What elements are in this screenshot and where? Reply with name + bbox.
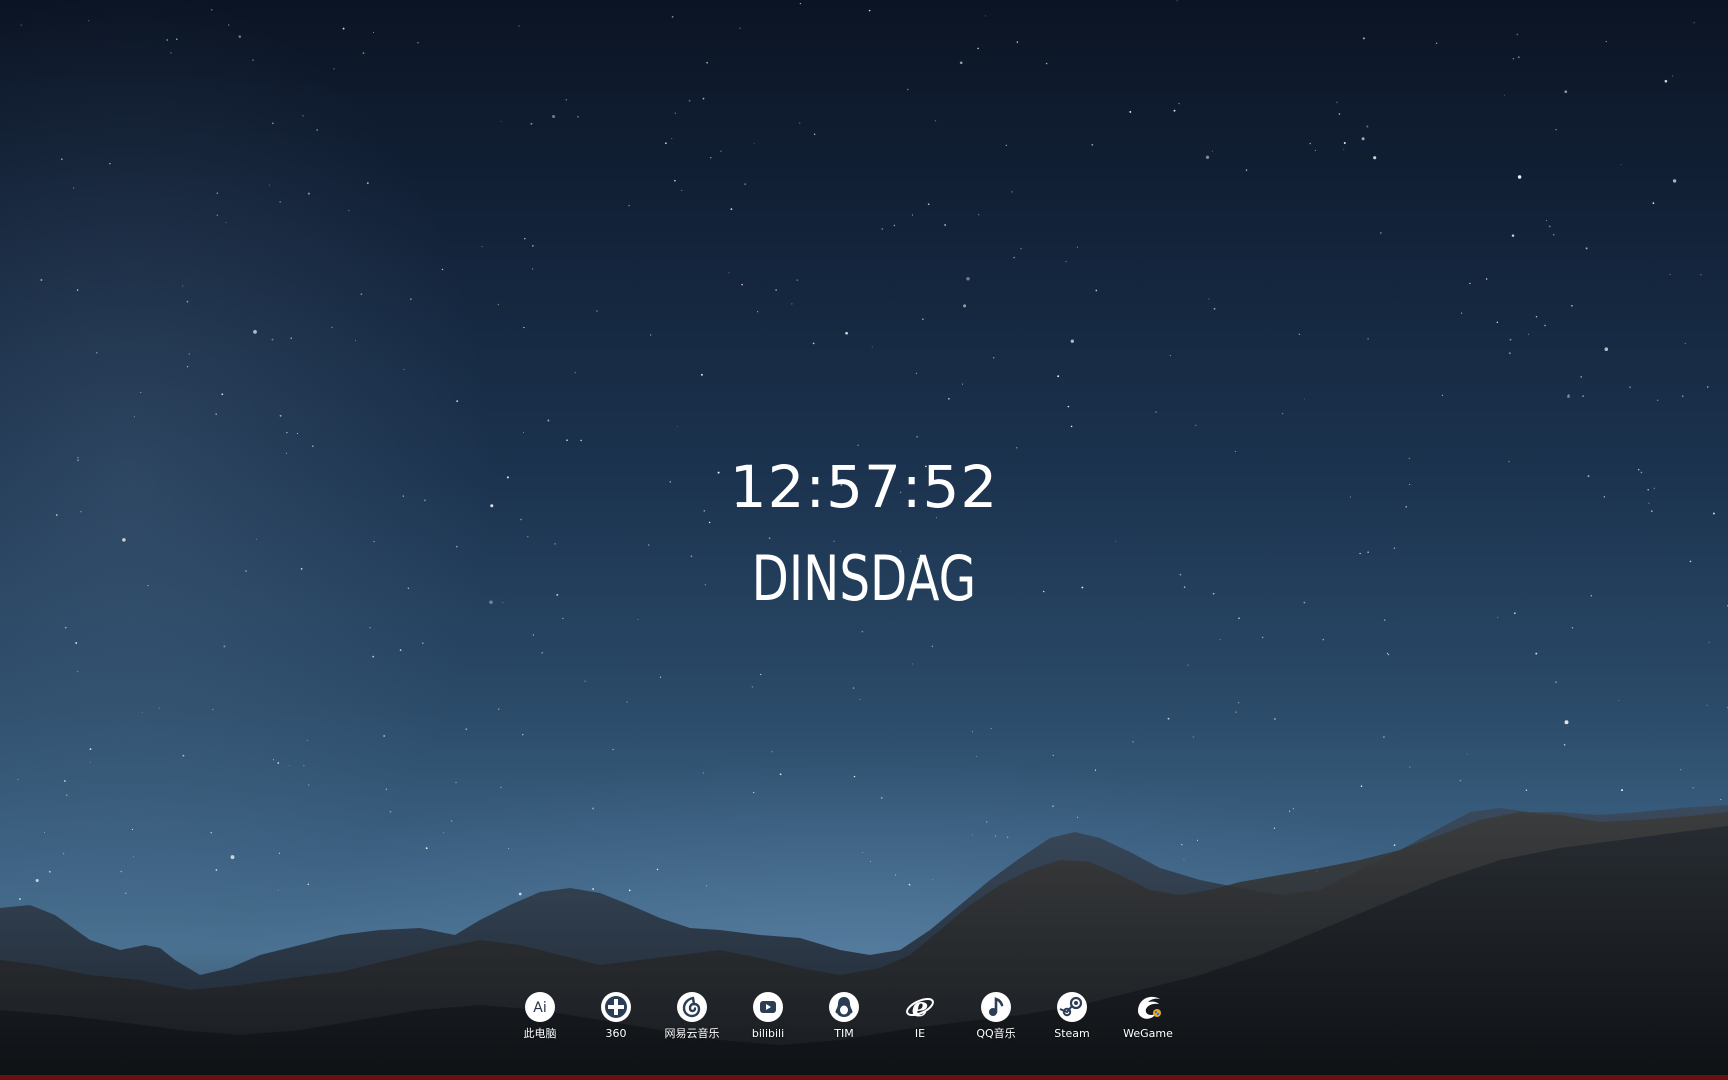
dock-item-label: QQ音乐 <box>976 1027 1016 1040</box>
dock-item-label: IE <box>914 1027 926 1040</box>
dock-item-netease-music[interactable]: 网易云音乐 <box>657 990 727 1046</box>
dock-item-qq-music[interactable]: QQ音乐 <box>961 990 1031 1046</box>
dock-item-label: Steam <box>1054 1027 1090 1040</box>
dock-item-tim[interactable]: TIM <box>809 990 879 1046</box>
app-dock: Ai 此电脑 360 网易云音乐 bilibili TIM e IE QQ音乐 … <box>0 990 1728 1050</box>
clock-day: DINSDAG <box>0 548 1728 610</box>
dock-item-label: 360 <box>605 1027 627 1040</box>
ie-icon: e <box>906 993 934 1023</box>
dock-item-ie[interactable]: e IE <box>885 990 955 1046</box>
tim-penguin-icon <box>829 992 859 1022</box>
svg-text:e: e <box>912 993 929 1023</box>
dock-item-bilibili[interactable]: bilibili <box>733 990 803 1046</box>
360-plus-icon <box>601 992 631 1022</box>
dock-item-wegame[interactable]: WeGame <box>1113 990 1183 1046</box>
dock-item-360[interactable]: 360 <box>581 990 651 1046</box>
dock-item-this-pc[interactable]: Ai 此电脑 <box>505 990 575 1046</box>
dock-item-label: bilibili <box>751 1027 785 1040</box>
clock-time: 12:57:52 <box>729 453 999 521</box>
dock-item-steam[interactable]: Steam <box>1037 990 1107 1046</box>
mountain-range <box>0 805 1728 1080</box>
dock-item-label: WeGame <box>1123 1027 1173 1040</box>
bottom-edge <box>0 1075 1728 1080</box>
netease-music-icon <box>677 992 707 1022</box>
ai-icon: Ai <box>525 992 555 1022</box>
wegame-icon <box>1138 996 1161 1019</box>
dock-item-label: 此电脑 <box>523 1027 557 1040</box>
svg-text:Ai: Ai <box>533 1000 546 1016</box>
desktop-wallpaper: 12:57:52 DINSDAG Ai 此电脑 360 网易云音乐 bilibi… <box>0 0 1728 1080</box>
bilibili-play-icon <box>753 992 783 1022</box>
steam-icon <box>1057 992 1087 1022</box>
clock-day-text: DINSDAG <box>751 542 977 615</box>
dock-item-label: TIM <box>834 1027 854 1040</box>
dock-item-label: 网易云音乐 <box>664 1027 720 1040</box>
qq-music-icon <box>981 992 1011 1022</box>
